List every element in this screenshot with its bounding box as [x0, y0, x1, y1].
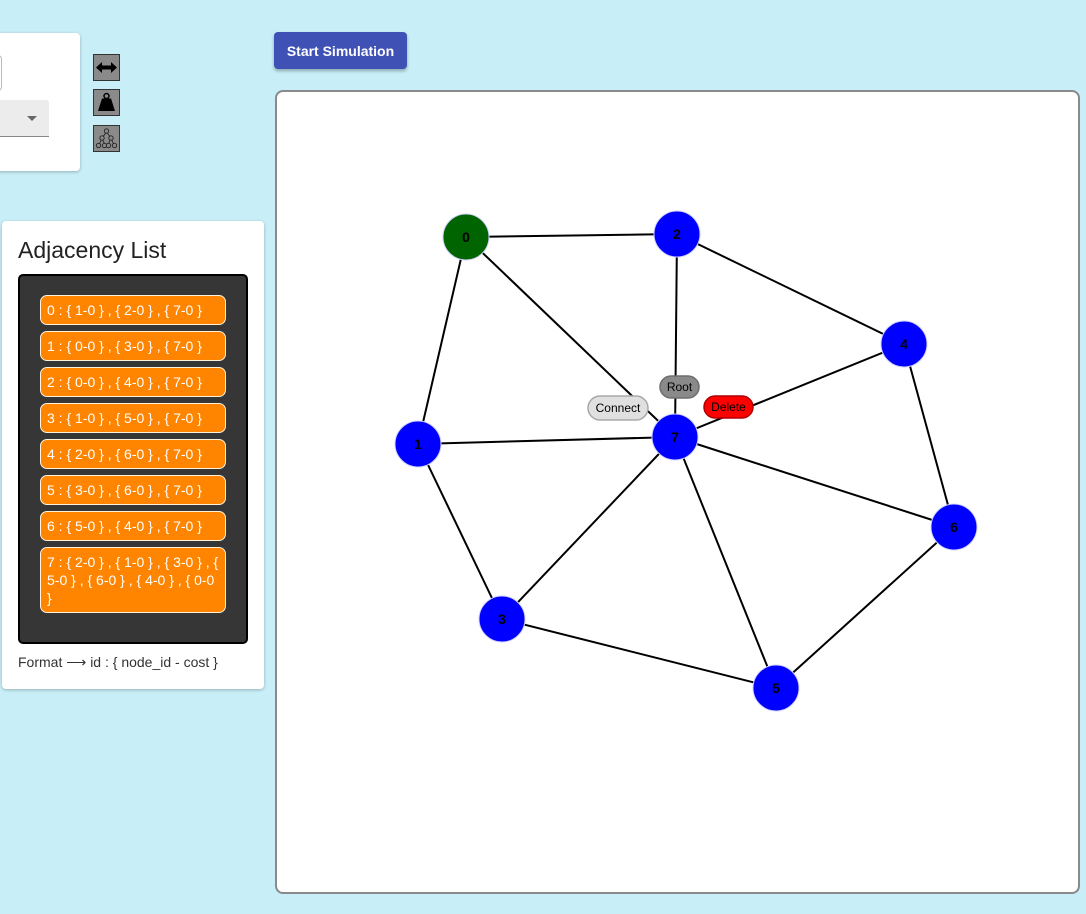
root-button-label: Root: [667, 380, 693, 394]
graph-edge-5-6: [775, 526, 955, 689]
graph-edge-3-5: [501, 618, 777, 689]
settings-select[interactable]: [0, 100, 49, 137]
graph-node-label: 7: [671, 429, 679, 445]
graph-edge-6-7: [674, 436, 955, 528]
graph-edge-2-7: [674, 233, 678, 438]
resize-horizontal-icon: [96, 62, 117, 73]
adjacency-item: 1 : { 0-0 } , { 3-0 } , { 7-0 }: [40, 331, 226, 361]
weight-icon: [98, 92, 115, 111]
graph-canvas[interactable]: 0 1 2 3 4 5 6 7 Root Connect Delete: [275, 90, 1080, 894]
adjacency-item: 7 : { 2-0 } , { 1-0 } , { 3-0 } , { 5-0 …: [40, 547, 226, 613]
chevron-down-icon: [27, 116, 37, 121]
delete-button[interactable]: Delete: [703, 395, 754, 419]
graph-node-label: 3: [498, 611, 506, 627]
resize-horizontal-button[interactable]: [93, 54, 120, 81]
graph-edge-2-4: [676, 233, 905, 345]
graph-node-4[interactable]: 4: [880, 320, 928, 368]
start-simulation-button[interactable]: Start Simulation: [274, 32, 407, 69]
graph-node-label: 4: [900, 336, 908, 352]
graph-edge-4-6: [903, 343, 955, 528]
graph-node-7[interactable]: 7: [651, 413, 699, 461]
settings-input[interactable]: [0, 55, 2, 91]
adjacency-item: 3 : { 1-0 } , { 5-0 } , { 7-0 }: [40, 403, 226, 433]
adjacency-item: 0 : { 1-0 } , { 2-0 } , { 7-0 }: [40, 295, 226, 325]
graph-edge-1-3: [417, 443, 503, 620]
graph-node-label: 5: [772, 680, 780, 696]
graph-node-label: 2: [673, 226, 681, 242]
adjacency-item: 6 : { 5-0 } , { 4-0 } , { 7-0 }: [40, 511, 226, 541]
graph-edge-3-7: [501, 436, 676, 620]
graph-node-label: 0: [462, 229, 470, 245]
graph-svg[interactable]: 0 1 2 3 4 5 6 7 Root Connect Delete: [277, 92, 1080, 894]
weight-button[interactable]: [93, 89, 120, 116]
graph-edge-0-2: [465, 233, 678, 238]
format-hint: Format ⟶ id : { node_id - cost }: [18, 654, 218, 670]
adjacency-list-title: Adjacency List: [18, 237, 167, 263]
graph-node-label: 6: [950, 519, 958, 535]
connect-button[interactable]: Connect: [587, 395, 649, 421]
root-button[interactable]: Root: [659, 375, 700, 399]
graph-node-1[interactable]: 1: [394, 420, 442, 468]
graph-node-6[interactable]: 6: [930, 503, 978, 551]
tree-button[interactable]: [93, 125, 120, 152]
settings-card: [0, 33, 80, 171]
connect-button-label: Connect: [596, 401, 641, 415]
adjacency-list-box: 0 : { 1-0 } , { 2-0 } , { 7-0 } 1 : { 0-…: [18, 274, 248, 644]
graph-edge-1-7: [417, 436, 676, 445]
adjacency-list-panel: Adjacency List 0 : { 1-0 } , { 2-0 } , {…: [2, 221, 264, 689]
adjacency-item: 5 : { 3-0 } , { 6-0 } , { 7-0 }: [40, 475, 226, 505]
graph-node-2[interactable]: 2: [653, 210, 701, 258]
delete-button-label: Delete: [711, 400, 746, 414]
graph-edge-0-1: [417, 236, 467, 445]
graph-node-3[interactable]: 3: [478, 595, 526, 643]
graph-edge-5-7: [674, 436, 777, 689]
graph-node-label: 1: [414, 436, 422, 452]
adjacency-item: 2 : { 0-0 } , { 4-0 } , { 7-0 }: [40, 367, 226, 397]
graph-node-5[interactable]: 5: [752, 664, 800, 712]
graph-node-0[interactable]: 0: [442, 213, 490, 261]
adjacency-item: 4 : { 2-0 } , { 6-0 } , { 7-0 }: [40, 439, 226, 469]
graph-edge-4-7: [674, 343, 905, 438]
tree-icon: [95, 128, 118, 149]
